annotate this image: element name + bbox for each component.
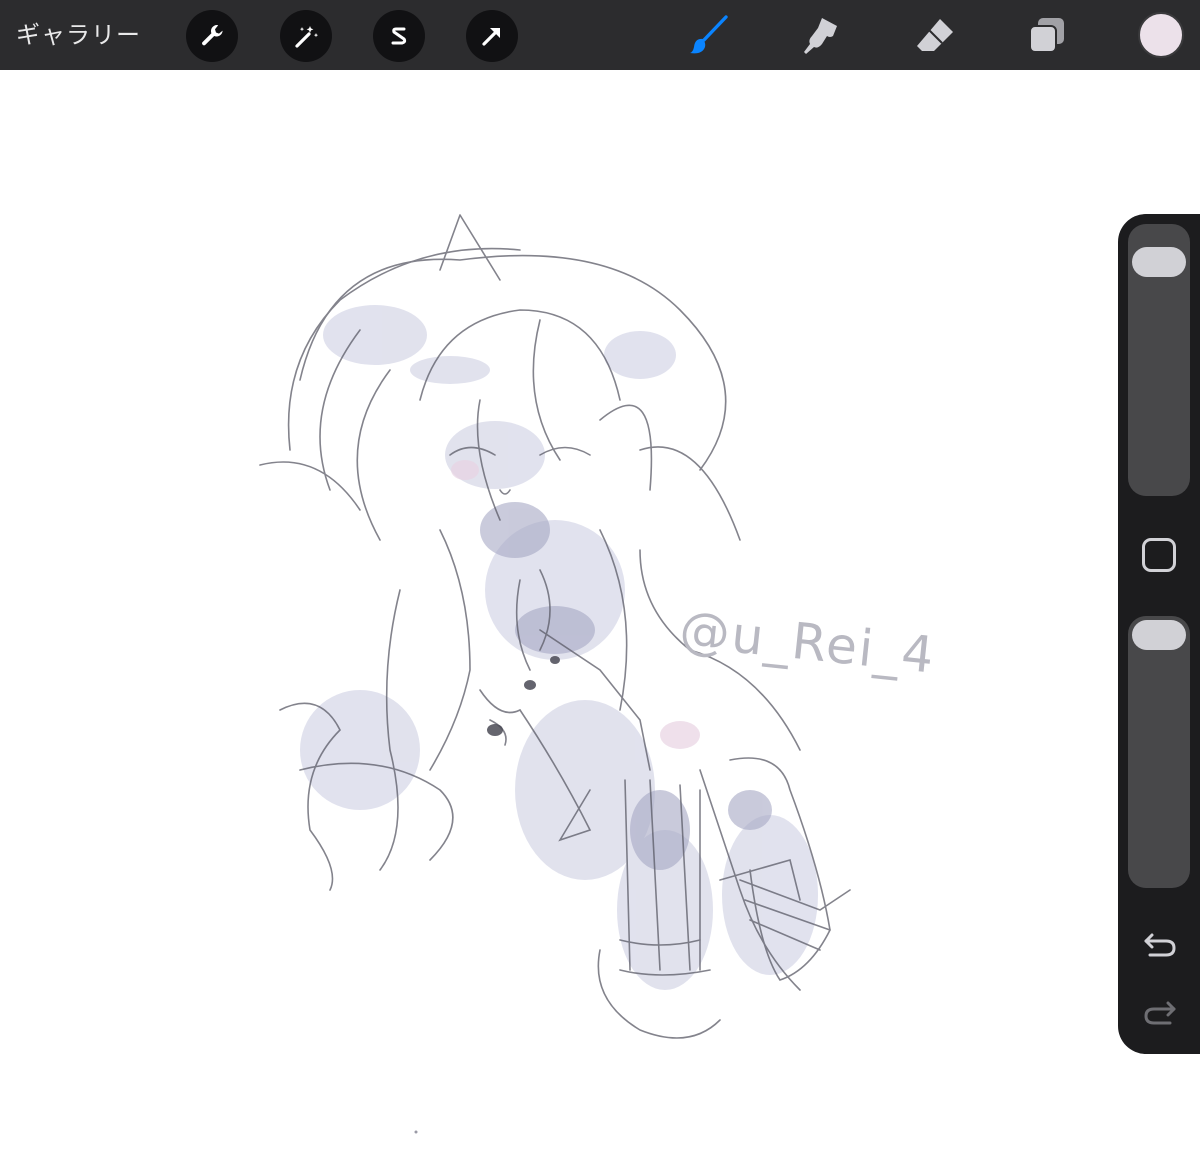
top-toolbar: ギャラリー: [0, 0, 1200, 70]
brush-size-slider[interactable]: [1128, 224, 1190, 496]
brush-tool[interactable]: [686, 12, 732, 58]
brush-size-handle[interactable]: [1132, 247, 1186, 277]
adjustments-button[interactable]: [280, 10, 332, 62]
selection-s-icon: [391, 27, 407, 45]
transform-arrow-icon: [482, 28, 500, 46]
modify-button[interactable]: [1142, 538, 1176, 572]
color-swatch[interactable]: [1138, 12, 1184, 58]
actions-button[interactable]: [186, 10, 238, 62]
magic-wand-icon: [295, 26, 319, 48]
sketch-drawing: [259, 214, 851, 1134]
selection-button[interactable]: [373, 10, 425, 62]
gallery-button[interactable]: ギャラリー: [16, 18, 141, 52]
layers-icon: [1029, 18, 1064, 53]
transform-button[interactable]: [466, 10, 518, 62]
layers-tool[interactable]: [1024, 12, 1070, 58]
eraser-tool[interactable]: [912, 12, 958, 58]
opacity-slider[interactable]: [1128, 616, 1190, 888]
undo-button[interactable]: [1138, 924, 1182, 964]
smudge-icon: [804, 18, 837, 54]
wrench-icon: [202, 24, 223, 46]
smudge-tool[interactable]: [798, 12, 844, 58]
undo-icon: [1144, 933, 1176, 957]
eraser-icon: [917, 19, 953, 51]
opacity-handle[interactable]: [1132, 620, 1186, 650]
brush-icon: [690, 15, 728, 54]
redo-icon: [1144, 1001, 1176, 1025]
side-toolbar: [1118, 214, 1200, 1054]
drawing-canvas[interactable]: @u_Rei_4: [0, 70, 1200, 1167]
redo-button[interactable]: [1138, 992, 1182, 1032]
